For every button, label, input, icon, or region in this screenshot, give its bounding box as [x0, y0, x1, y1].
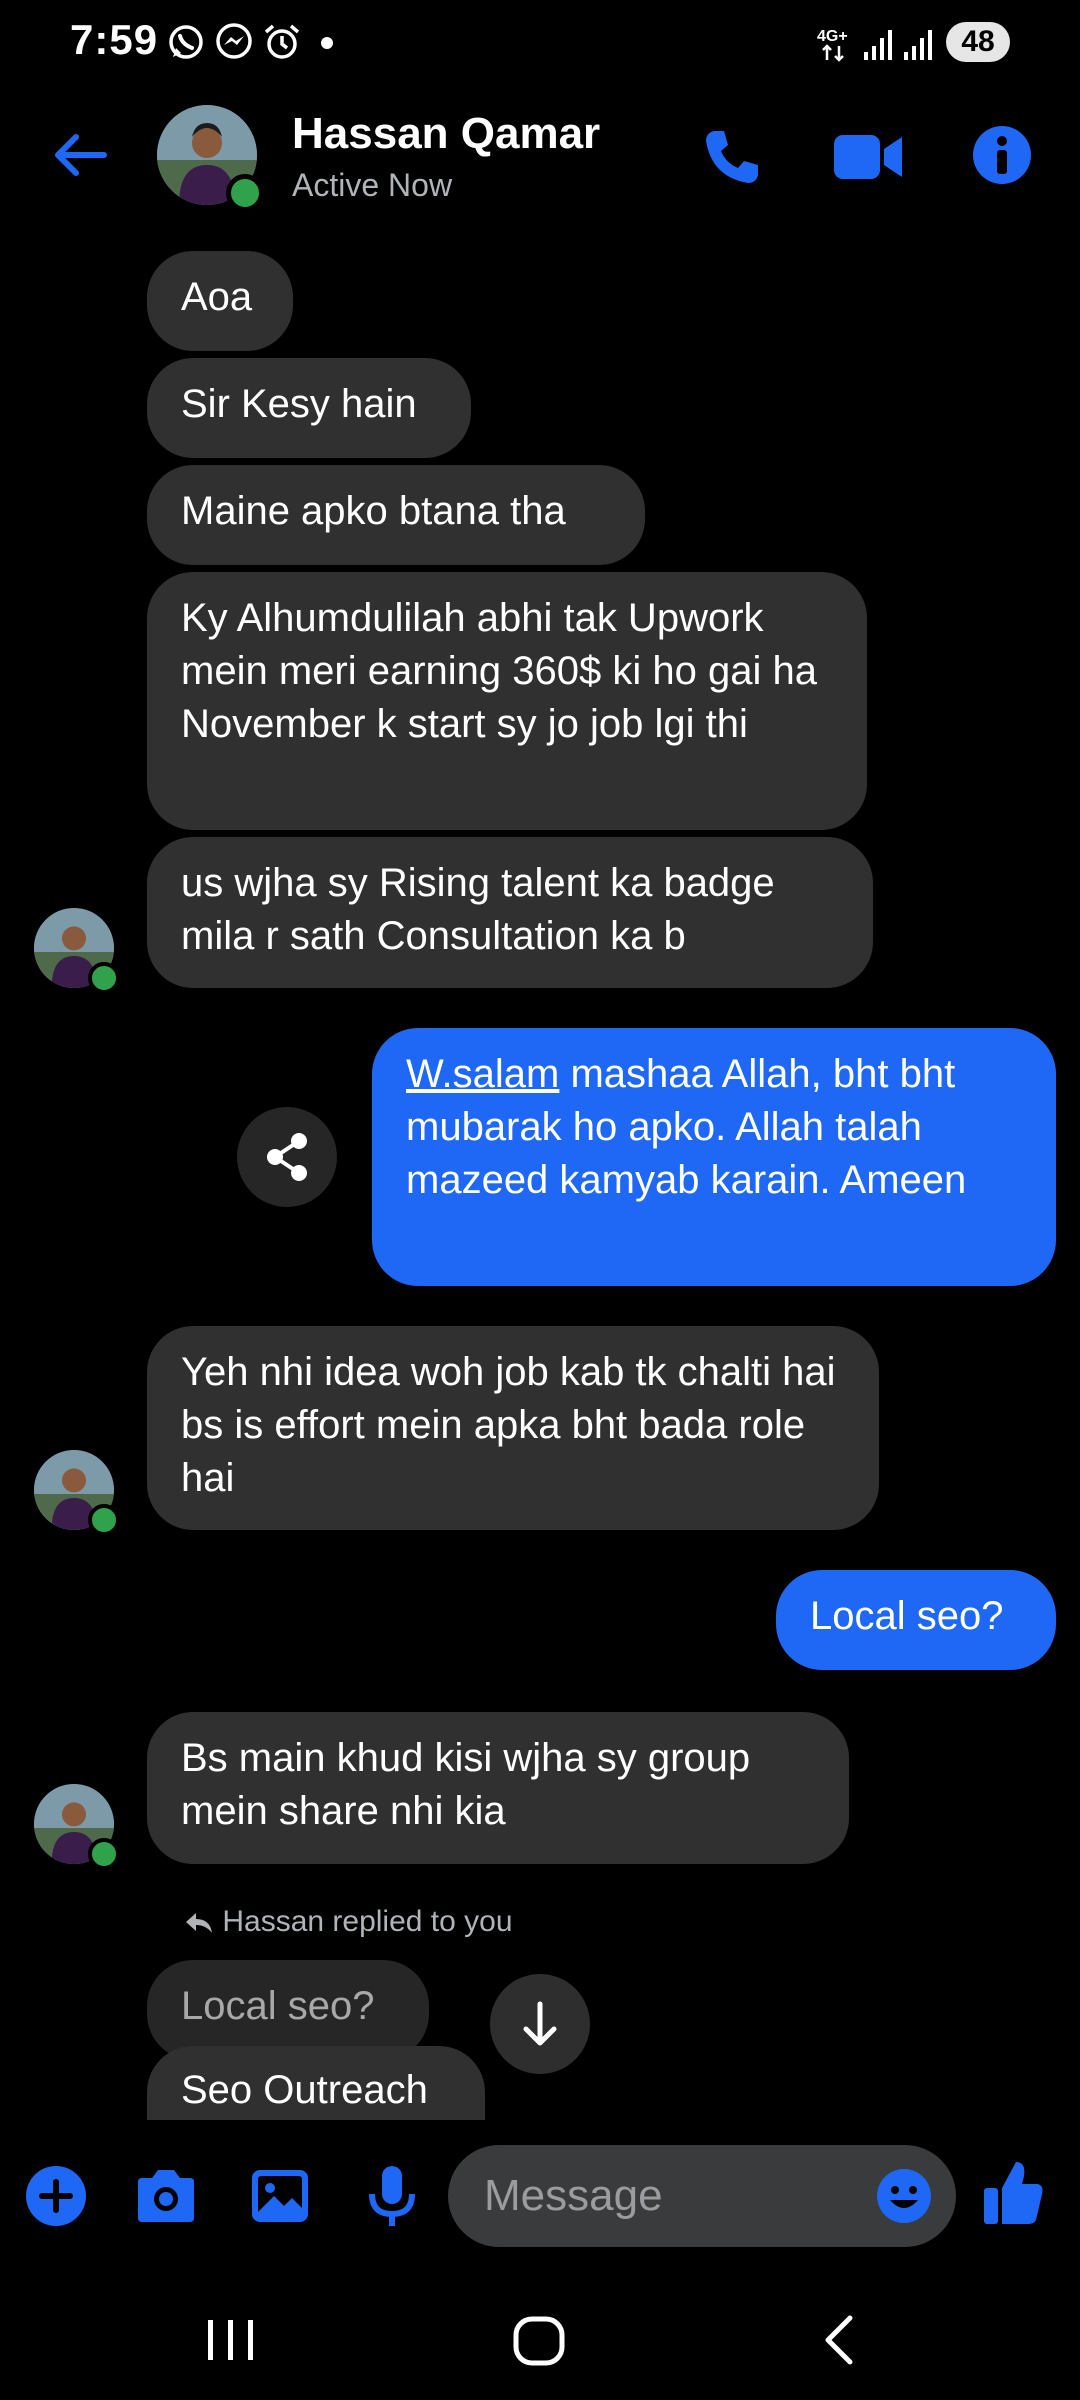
video-call-button[interactable] — [832, 129, 904, 185]
recent-apps-button[interactable] — [204, 2314, 258, 2366]
camera-button[interactable] — [134, 2164, 198, 2228]
home-button[interactable] — [510, 2314, 570, 2368]
info-button[interactable] — [970, 123, 1034, 187]
contact-name[interactable]: Hassan Qamar — [292, 109, 600, 159]
system-nav-bar — [0, 2280, 1080, 2400]
signal-icon-2 — [904, 30, 932, 60]
battery-indicator: 48 — [946, 22, 1010, 62]
gallery-button[interactable] — [248, 2164, 312, 2228]
status-time: 7:59 — [70, 16, 159, 63]
message-bubble-incoming[interactable]: Maine apko btana tha — [147, 465, 645, 565]
status-bar: 7:59 4G+ 48 — [0, 0, 1080, 90]
online-indicator — [88, 1838, 120, 1870]
reply-indicator: Hassan replied to you — [184, 1905, 513, 1939]
like-button[interactable] — [982, 2158, 1046, 2228]
network-4g-icon: 4G+ — [817, 28, 848, 62]
chat-header: Hassan Qamar Active Now — [0, 95, 1080, 225]
messenger-icon — [216, 23, 252, 59]
signal-icon — [864, 30, 892, 60]
online-indicator — [88, 1504, 120, 1536]
contact-status: Active Now — [292, 167, 453, 203]
message-link[interactable]: W.salam — [406, 1052, 559, 1096]
share-button[interactable] — [237, 1107, 337, 1207]
plus-button[interactable] — [24, 2164, 88, 2228]
share-icon — [267, 1133, 307, 1181]
whatsapp-icon — [169, 25, 203, 59]
notification-dot-icon — [321, 37, 333, 49]
message-bubble-incoming[interactable]: Bs main khud kisi wjha sy group mein sha… — [147, 1712, 849, 1864]
message-bubble-incoming[interactable]: Aoa — [147, 251, 293, 351]
message-bubble-incoming[interactable]: Seo Outreach — [147, 2046, 485, 2120]
microphone-button[interactable] — [360, 2164, 424, 2228]
online-indicator — [226, 174, 264, 212]
online-indicator — [88, 962, 120, 994]
reply-label-text: Hassan replied to you — [222, 1905, 513, 1938]
scroll-down-button[interactable] — [490, 1974, 590, 2074]
back-nav-button[interactable] — [816, 2312, 860, 2368]
message-bubble-incoming[interactable]: Ky Alhumdulilah abhi tak Upwork mein mer… — [147, 572, 867, 830]
emoji-button[interactable] — [876, 2168, 932, 2224]
arrow-down-icon — [523, 2001, 557, 2046]
message-bubble-incoming[interactable]: us wjha sy Rising talent ka badge mila r… — [147, 837, 873, 988]
phone-call-button[interactable] — [700, 125, 764, 189]
message-bubble-incoming[interactable]: Sir Kesy hain — [147, 358, 471, 458]
composer-bar: Message — [0, 2120, 1080, 2280]
quoted-message[interactable]: Local seo? — [147, 1960, 429, 2060]
alarm-icon — [264, 24, 300, 59]
back-button[interactable] — [48, 123, 112, 187]
message-bubble-outgoing[interactable]: Local seo? — [776, 1570, 1056, 1670]
reply-icon — [186, 1913, 212, 1934]
message-bubble-outgoing[interactable]: W.salam mashaa Allah, bht bht mubarak ho… — [372, 1028, 1056, 1286]
svg-text:4G+: 4G+ — [817, 28, 848, 45]
message-bubble-incoming[interactable]: Yeh nhi idea woh job kab tk chalti hai b… — [147, 1326, 879, 1530]
